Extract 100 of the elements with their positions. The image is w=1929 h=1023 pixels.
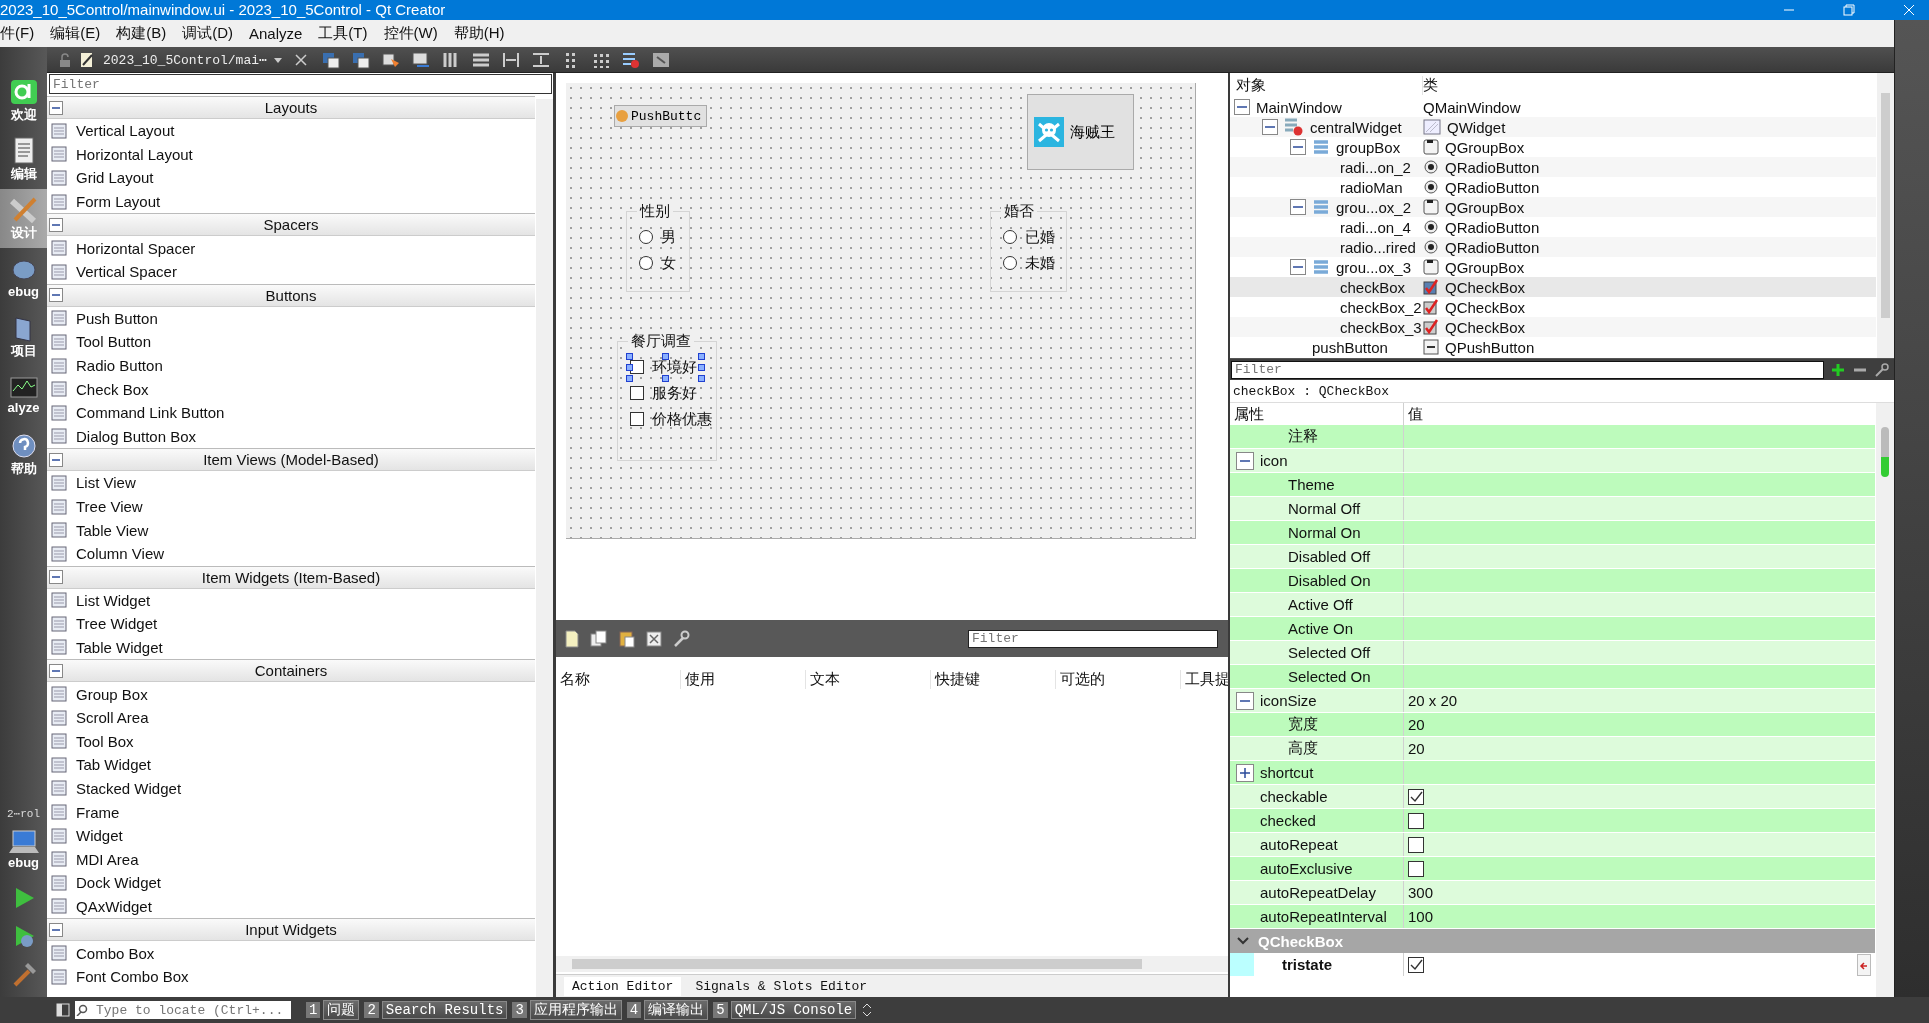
collapse-icon[interactable] (49, 922, 63, 937)
property-row[interactable]: autoRepeat (1230, 833, 1875, 857)
collapse-icon[interactable] (49, 570, 63, 584)
category-header[interactable]: Buttons (47, 283, 535, 307)
column-header[interactable]: 名称 (556, 669, 681, 689)
property-row[interactable]: 注释 (1230, 425, 1875, 449)
column-header[interactable]: 可选的 (1056, 669, 1181, 689)
caret-icon[interactable] (272, 55, 283, 64)
checkbox[interactable] (1408, 812, 1424, 829)
scrollbar[interactable] (556, 956, 1228, 972)
widget-list-item[interactable]: List View (47, 471, 535, 495)
widget-list-item[interactable]: Font Combo Box (47, 964, 535, 989)
tree-row[interactable]: checkBox QCheckBox (1230, 277, 1876, 297)
property-row[interactable]: checkable (1230, 785, 1875, 809)
column-header[interactable]: 对象 (1230, 75, 1423, 95)
send-back-icon[interactable] (320, 50, 341, 69)
push-button[interactable]: PushButtc (614, 105, 707, 127)
reset-icon[interactable] (1857, 953, 1871, 976)
radio-button[interactable]: 男 (639, 226, 676, 248)
property-row[interactable]: Disabled Off (1230, 545, 1875, 569)
category-header[interactable]: Containers (47, 659, 535, 683)
widget-list-item[interactable]: Dock Widget (47, 871, 535, 895)
category-header[interactable]: Layouts (47, 96, 535, 119)
buddy-icon[interactable] (410, 50, 431, 69)
widget-list-item[interactable]: MDI Area (47, 847, 535, 872)
paste-icon[interactable] (618, 629, 636, 648)
property-row[interactable]: Normal Off (1230, 497, 1875, 521)
chevron-icon[interactable] (1236, 935, 1250, 947)
tree-row[interactable]: radi...on_4 QRadioButton (1230, 217, 1876, 237)
widget-list-item[interactable]: Group Box (47, 682, 535, 706)
mode-button[interactable]: alyze (0, 366, 47, 425)
new-action-icon[interactable] (564, 629, 580, 648)
menu-item[interactable]: 件(F) (0, 24, 43, 43)
collapse-icon[interactable] (49, 663, 63, 678)
property-row[interactable]: checked (1230, 809, 1875, 833)
property-row[interactable]: Normal On (1230, 521, 1875, 545)
delete-icon[interactable] (646, 630, 662, 647)
collapse-icon[interactable] (49, 452, 63, 467)
filter-field[interactable]: Filter (968, 629, 1218, 648)
widget-list-item[interactable]: Vertical Spacer (47, 259, 535, 284)
widget-list-item[interactable]: Vertical Layout (47, 119, 535, 143)
mode-button[interactable]: 编辑 (0, 130, 47, 189)
tree-row[interactable]: centralWidget QWidget (1230, 117, 1876, 137)
icon-button[interactable]: 海贼王 (1027, 94, 1134, 170)
column-header[interactable]: 值 (1404, 403, 1875, 425)
widget-list-item[interactable]: Tab Widget (47, 753, 535, 777)
widget-list-item[interactable]: Tool Button (47, 330, 535, 354)
widget-list-item[interactable]: Scroll Area (47, 705, 535, 730)
menu-item[interactable]: 调试(D) (174, 24, 241, 43)
mode-button[interactable]: 欢迎 (0, 71, 47, 130)
scrollbar[interactable] (1877, 73, 1894, 358)
bring-front-icon[interactable] (350, 50, 371, 69)
checkbox[interactable]: 价格优惠 (630, 408, 712, 430)
menu-item[interactable]: Analyze (241, 25, 311, 42)
tab[interactable]: Action Editor (564, 976, 682, 996)
tree-row[interactable]: radi...on_2 QRadioButton (1230, 157, 1876, 177)
wrench-icon[interactable] (672, 629, 690, 648)
collapse-icon[interactable] (1236, 691, 1254, 710)
property-row[interactable]: autoRepeatDelay 300 (1230, 881, 1875, 905)
add-icon[interactable] (1830, 361, 1846, 378)
mode-button[interactable]: 项目 (0, 307, 47, 366)
collapse-icon[interactable] (1236, 451, 1254, 470)
widget-list-item[interactable]: Command Link Button (47, 400, 535, 425)
widget-list-item[interactable]: List Widget (47, 588, 535, 613)
tree-row[interactable]: checkBox_3 QCheckBox (1230, 317, 1876, 337)
collapse-icon[interactable] (49, 100, 63, 115)
menu-item[interactable]: 工具(T) (310, 24, 376, 43)
widget-list-item[interactable]: Stacked Widget (47, 776, 535, 801)
widget-list-item[interactable]: Column View (47, 541, 535, 566)
restore-icon[interactable] (1843, 4, 1855, 16)
widget-list-item[interactable]: Tool Box (47, 729, 535, 754)
category-header[interactable]: Item Views (Model-Based) (47, 448, 535, 472)
split-v-icon[interactable] (530, 50, 551, 69)
widget-list-item[interactable]: Combo Box (47, 941, 535, 965)
file-selector[interactable]: 2023_10_5Control/mai⋯ (103, 51, 267, 68)
tree-row[interactable]: groupBox QGroupBox (1230, 137, 1876, 157)
close-icon[interactable] (294, 53, 307, 66)
widget-list-item[interactable]: Frame (47, 800, 535, 824)
split-h-icon[interactable] (500, 50, 521, 69)
property-row[interactable]: autoExclusive (1230, 857, 1875, 881)
tree-row[interactable]: radio...rired QRadioButton (1230, 237, 1876, 257)
property-row[interactable]: autoRepeatInterval 100 (1230, 905, 1875, 929)
widget-list-item[interactable]: Tree View (47, 494, 535, 519)
tree-row[interactable]: grou...ox_3 QGroupBox (1230, 257, 1876, 277)
property-row[interactable]: 高度 20 (1230, 737, 1875, 761)
up-down-icon[interactable] (861, 1002, 874, 1018)
sidebar-toggle-icon[interactable] (56, 1003, 70, 1017)
checkbox[interactable] (1408, 956, 1424, 973)
widget-list-item[interactable]: Check Box (47, 377, 535, 401)
checkbox[interactable] (1408, 788, 1424, 805)
widget-list-item[interactable]: Tree Widget (47, 612, 535, 636)
tree-row[interactable]: radioMan QRadioButton (1230, 177, 1876, 197)
radio-button[interactable]: 未婚 (1003, 252, 1055, 274)
property-row[interactable]: 宽度 20 (1230, 713, 1875, 737)
mode-button[interactable]: ebug (0, 248, 47, 307)
widget-list-item[interactable]: Widget (47, 823, 535, 848)
property-row[interactable]: icon (1230, 449, 1875, 473)
menu-item[interactable]: 构建(B) (108, 24, 175, 43)
collapse-icon[interactable] (1290, 199, 1306, 215)
tree-row[interactable]: MainWindow QMainWindow (1230, 97, 1876, 117)
